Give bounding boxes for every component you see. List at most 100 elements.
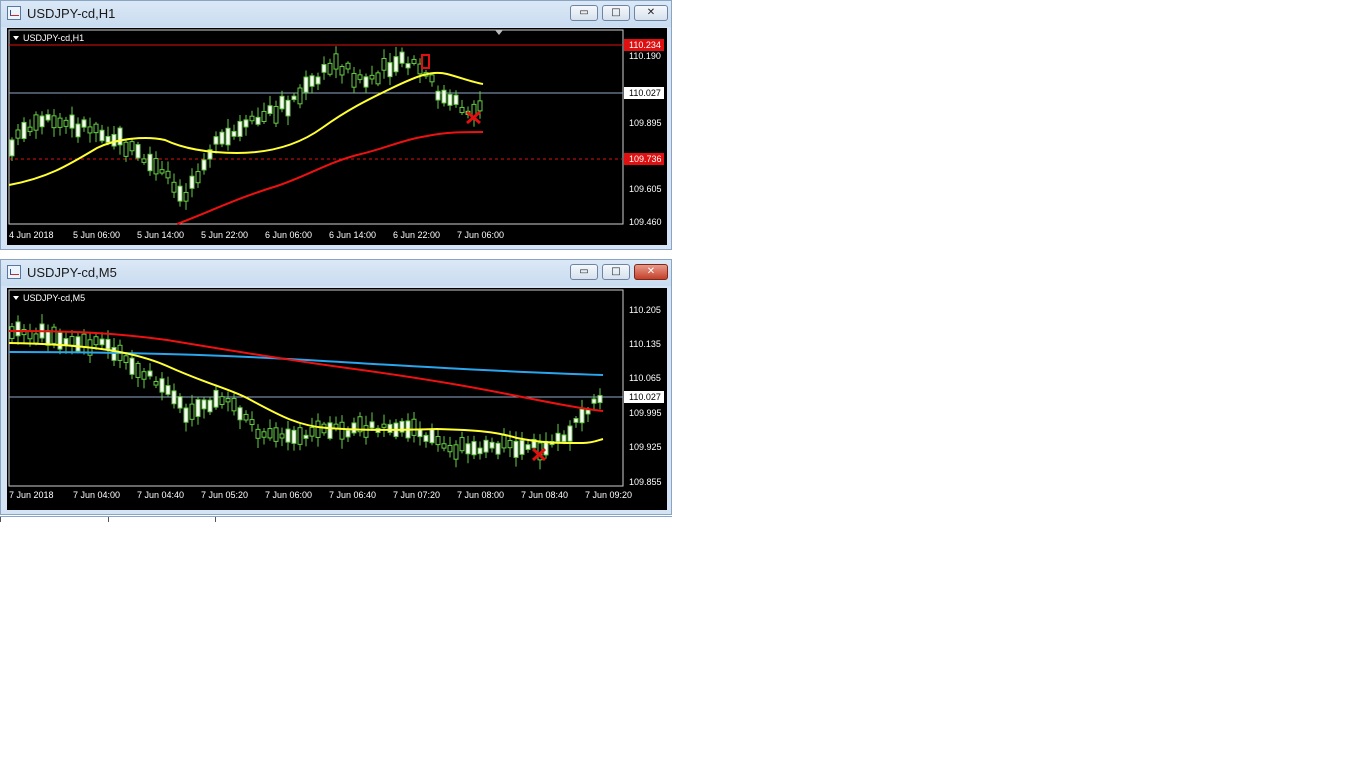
- close-button[interactable]: ✕: [634, 5, 668, 21]
- maximize-button[interactable]: □: [602, 264, 630, 280]
- minimize-button[interactable]: ▭: [570, 5, 598, 21]
- candle-body: [477, 447, 483, 455]
- lower-level-price: 109.736: [629, 154, 662, 164]
- candle-body: [327, 62, 333, 75]
- candle-body: [195, 171, 201, 184]
- chart-tab[interactable]: [108, 517, 216, 522]
- chart-symbol-label: USDJPY-cd,H1: [23, 33, 84, 43]
- chart-window-h1[interactable]: USDJPY-cd,H1 ▭ □ ✕ USDJPY-cd,H1 110.190 …: [0, 0, 672, 250]
- candlestick-chart-m5[interactable]: USDJPY-cd,M5 110.205 110.135 110.065 109…: [7, 288, 667, 510]
- candle-body: [63, 338, 69, 346]
- candle-body: [399, 51, 405, 64]
- candle-body: [585, 409, 591, 415]
- candle-body: [429, 74, 435, 83]
- candle-body: [141, 371, 147, 380]
- candle-body: [543, 440, 549, 456]
- candle-body: [45, 330, 51, 346]
- candle-body: [15, 129, 21, 139]
- candle-body: [33, 333, 39, 344]
- candle-body: [123, 141, 129, 157]
- candle-body: [165, 385, 171, 395]
- candle-body: [591, 398, 597, 404]
- price-chart[interactable]: USDJPY-cd,M5 110.205 110.135 110.065 109…: [7, 288, 667, 510]
- candle-body: [57, 117, 63, 128]
- candle-body: [165, 170, 171, 179]
- price-tick: 109.460: [629, 217, 662, 227]
- candle-body: [273, 105, 279, 124]
- candle-body: [123, 355, 129, 364]
- candle-body: [285, 428, 291, 443]
- time-tick: 7 Jun 04:40: [137, 490, 184, 500]
- candle-body: [75, 123, 81, 138]
- title-bar[interactable]: USDJPY-cd,H1 ▭ □ ✕: [1, 1, 671, 27]
- candle-body: [381, 58, 387, 71]
- candle-body: [285, 99, 291, 117]
- candle-body: [447, 445, 453, 453]
- candle-body: [9, 326, 15, 339]
- candle-body: [171, 390, 177, 405]
- candle-body: [201, 159, 207, 171]
- candle-body: [129, 357, 135, 375]
- time-tick: 4 Jun 2018: [9, 230, 54, 240]
- candle-body: [477, 100, 483, 112]
- candle-body: [363, 76, 369, 88]
- candle-body: [105, 338, 111, 350]
- dropdown-icon[interactable]: [13, 36, 19, 40]
- candle-body: [207, 399, 213, 413]
- candle-body: [555, 432, 561, 443]
- time-tick: 7 Jun 09:20: [585, 490, 632, 500]
- candle-body: [369, 74, 375, 80]
- dropdown-icon[interactable]: [13, 296, 19, 300]
- title-bar[interactable]: USDJPY-cd,M5 ▭ □ ✕: [1, 260, 671, 286]
- moving-average-slow: [176, 131, 484, 225]
- candle-body: [489, 441, 495, 449]
- chart-tab[interactable]: [0, 517, 109, 522]
- candle-body: [579, 408, 585, 424]
- candle-body: [57, 331, 63, 350]
- time-tick: 7 Jun 2018: [9, 490, 54, 500]
- candlestick-chart-h1[interactable]: USDJPY-cd,H1 110.190 109.895 109.605 109…: [7, 28, 667, 245]
- chart-window-m5[interactable]: USDJPY-cd,M5 ▭ □ ✕ USDJPY-cd,M5 110.205 …: [0, 259, 672, 515]
- maximize-button[interactable]: □: [602, 5, 630, 21]
- candle-body: [213, 389, 219, 408]
- time-tick: 7 Jun 05:20: [201, 490, 248, 500]
- candle-body: [291, 95, 297, 101]
- candle-body: [159, 378, 165, 393]
- candle-body: [69, 114, 75, 129]
- candle-body: [297, 427, 303, 445]
- candle-body: [189, 175, 195, 189]
- candle-body: [303, 76, 309, 93]
- current-price: 110.027: [629, 392, 661, 402]
- candle-body: [21, 121, 27, 140]
- candle-body: [501, 434, 507, 449]
- candle-body: [135, 362, 141, 378]
- price-tick: 109.925: [629, 442, 662, 452]
- candle-body: [39, 115, 45, 128]
- minimize-button[interactable]: ▭: [570, 264, 598, 280]
- candle-body: [177, 396, 183, 409]
- candle-body: [51, 326, 57, 344]
- candle-body: [519, 439, 525, 455]
- candle-body: [483, 439, 489, 453]
- candle-body: [411, 58, 417, 64]
- time-tick: 7 Jun 07:20: [393, 490, 440, 500]
- candle-body: [219, 396, 225, 405]
- close-button[interactable]: ✕: [634, 264, 668, 280]
- candle-body: [201, 399, 207, 410]
- candle-body: [93, 336, 99, 346]
- candle-body: [315, 420, 321, 438]
- scroll-shift-marker-icon[interactable]: [495, 30, 503, 35]
- candle-body: [363, 425, 369, 438]
- candle-body: [453, 444, 459, 460]
- price-chart[interactable]: USDJPY-cd,H1 110.190 109.895 109.605 109…: [7, 28, 667, 245]
- candle-body: [315, 76, 321, 85]
- candle-body: [351, 72, 357, 88]
- candle-body: [69, 336, 75, 346]
- candle-body: [99, 129, 105, 142]
- candle-body: [195, 399, 201, 417]
- candle-body: [459, 106, 465, 114]
- candle-body: [117, 127, 123, 146]
- candle-body: [189, 403, 195, 420]
- candle-body: [405, 63, 411, 69]
- candle-body: [81, 119, 87, 128]
